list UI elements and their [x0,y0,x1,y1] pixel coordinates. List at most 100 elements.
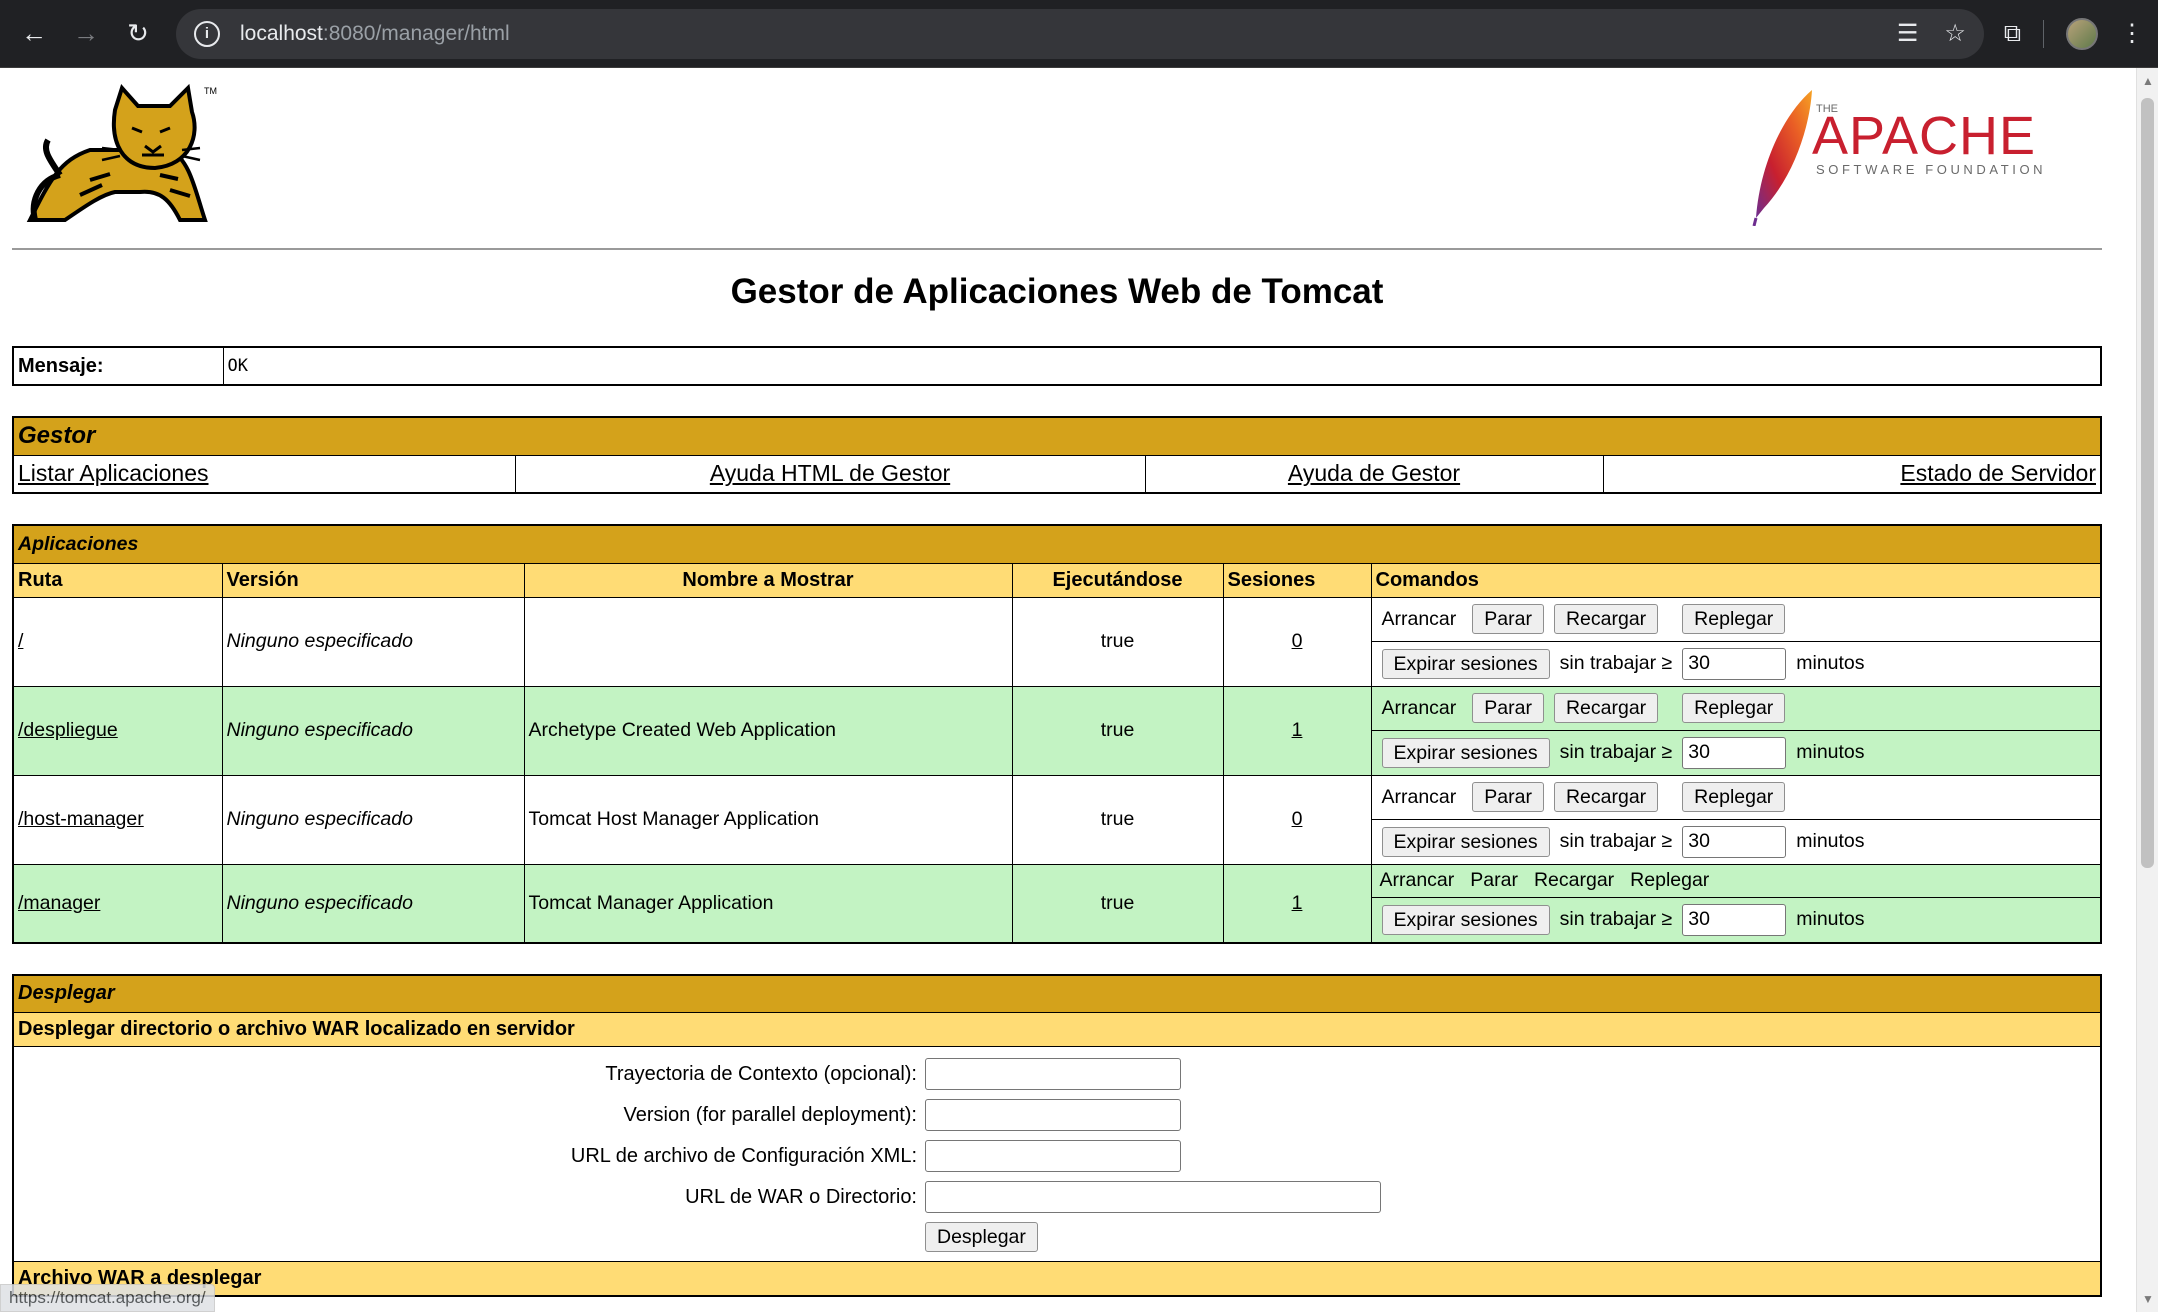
deploy-table: Desplegar Desplegar directorio o archivo… [12,973,2102,1297]
idle-minutes-input[interactable] [1682,647,1787,680]
app-running: true [1011,863,1224,943]
svg-text:SOFTWARE FOUNDATION: SOFTWARE FOUNDATION [1816,162,2046,177]
app-path-link[interactable]: /despliegue [18,719,118,741]
scroll-down-icon[interactable]: ▼ [2142,1292,2154,1306]
link-manager-help[interactable]: Ayuda de Gestor [1288,460,1460,486]
stop-button[interactable]: Parar [1472,693,1544,723]
col-version: Versión [221,562,525,598]
expire-sessions-button[interactable]: Expirar sesiones [1381,737,1550,768]
app-path-link[interactable]: /host-manager [18,808,144,830]
svg-text:APACHE: APACHE [1812,106,2036,166]
page-viewport: TM THE APACHE SOFTWARE FOUNDATION Gestor… [0,68,2158,1312]
context-path-input[interactable] [925,1058,1181,1090]
app-sessions-link[interactable]: 0 [1292,808,1303,830]
col-display-name: Nombre a Mostrar [523,562,1013,598]
app-version: Ninguno especificado [221,863,525,943]
translate-icon[interactable]: ☰ [1897,19,1919,48]
back-icon[interactable]: ← [14,14,54,54]
minutes-label: minutos [1796,830,1865,852]
app-sessions-link[interactable]: 0 [1292,630,1303,652]
message-label: Mensaje: [12,346,224,386]
deploy-button[interactable]: Desplegar [925,1222,1038,1252]
app-sessions-link[interactable]: 1 [1292,719,1303,741]
scroll-up-icon[interactable]: ▲ [2142,74,2154,88]
app-path-link[interactable]: /manager [18,892,100,914]
scrollbar-thumb[interactable] [2141,98,2154,868]
apache-logo[interactable]: THE APACHE SOFTWARE FOUNDATION [1742,86,2062,226]
applications-title: Aplicaciones [12,524,2102,564]
app-path-link[interactable]: / [18,630,23,652]
version-input[interactable] [925,1099,1181,1131]
extensions-icon[interactable]: ⧉ [2004,20,2021,48]
link-html-help[interactable]: Ayuda HTML de Gestor [710,460,950,486]
undeploy-button[interactable]: Replegar [1682,782,1786,812]
config-url-input[interactable] [925,1140,1181,1172]
address-url[interactable]: localhost:8080/manager/html [240,22,510,46]
deploy-server-subtitle: Desplegar directorio o archivo WAR local… [12,1012,2102,1047]
app-version: Ninguno especificado [221,774,525,865]
manager-table: Gestor Listar Aplicaciones Ayuda HTML de… [12,416,2102,494]
app-version: Ninguno especificado [221,596,525,687]
forward-icon[interactable]: → [66,14,106,54]
page-header: TM THE APACHE SOFTWARE FOUNDATION [12,80,2102,248]
start-label: Arrancar [1379,869,1455,891]
reload-icon[interactable]: ↻ [118,14,158,54]
tomcat-logo[interactable]: TM [20,80,225,230]
expire-sessions-button[interactable]: Expirar sesiones [1381,904,1550,935]
start-label: Arrancar [1381,607,1457,630]
expire-sessions-button[interactable]: Expirar sesiones [1381,648,1550,679]
browser-toolbar: ← → ↻ i localhost:8080/manager/html ☰ ☆ … [0,0,2158,68]
app-running: true [1011,685,1224,776]
idle-label: sin trabajar ≥ [1559,908,1673,930]
deploy-server-form: Trayectoria de Contexto (opcional): Vers… [15,1048,2099,1260]
table-row: /host-manager Ninguno especificado Tomca… [12,774,2102,865]
address-bar[interactable]: i localhost:8080/manager/html ☰ ☆ [176,8,1984,59]
undeploy-button[interactable]: Replegar [1682,604,1786,634]
link-server-status[interactable]: Estado de Servidor [1900,460,2096,486]
vertical-scrollbar[interactable]: ▲ ▼ [2136,68,2158,1312]
reload-label: Recargar [1533,869,1615,891]
message-table: Mensaje: OK [12,346,2102,386]
toolbar-separator [2043,19,2044,48]
star-icon[interactable]: ☆ [1944,19,1966,48]
applications-table: Aplicaciones Ruta Versión Nombre a Mostr… [12,524,2102,944]
war-upload-subtitle: Archivo WAR a desplegar [12,1261,2102,1296]
message-value: OK [222,346,2102,386]
col-path: Ruta [12,562,223,598]
col-sessions: Sesiones [1222,562,1372,598]
menu-icon[interactable]: ⋮ [2120,19,2144,48]
manager-title: Gestor [12,416,2102,456]
app-version: Ninguno especificado [221,685,525,776]
minutes-label: minutos [1796,741,1865,763]
reload-button[interactable]: Recargar [1553,604,1659,634]
idle-label: sin trabajar ≥ [1559,741,1673,763]
app-display-name: Archetype Created Web Application [523,685,1013,776]
site-info-icon[interactable]: i [194,20,220,47]
table-row: / Ninguno especificado true 0 Arrancar P… [12,596,2102,687]
reload-button[interactable]: Recargar [1553,782,1659,812]
idle-minutes-input[interactable] [1682,903,1787,936]
deploy-title: Desplegar [12,974,2102,1013]
context-path-label: Trayectoria de Contexto (opcional): [605,1062,917,1085]
start-label: Arrancar [1381,785,1457,808]
minutes-label: minutos [1796,908,1865,930]
stop-button[interactable]: Parar [1472,782,1544,812]
undeploy-button[interactable]: Replegar [1682,693,1786,723]
page-title: Gestor de Aplicaciones Web de Tomcat [730,272,1384,311]
col-running: Ejecutándose [1011,562,1224,598]
app-sessions-link[interactable]: 1 [1292,892,1303,914]
idle-label: sin trabajar ≥ [1559,652,1673,674]
config-url-label: URL de archivo de Configuración XML: [570,1144,917,1167]
link-list-apps[interactable]: Listar Aplicaciones [18,460,209,486]
war-url-input[interactable] [925,1181,1381,1213]
stop-button[interactable]: Parar [1472,604,1544,634]
reload-button[interactable]: Recargar [1553,693,1659,723]
app-display-name: Tomcat Manager Application [523,863,1013,943]
expire-sessions-button[interactable]: Expirar sesiones [1381,826,1550,857]
start-label: Arrancar [1381,696,1457,719]
idle-minutes-input[interactable] [1682,736,1787,769]
idle-minutes-input[interactable] [1682,825,1787,858]
stop-label: Parar [1470,869,1518,891]
war-url-label: URL de WAR o Directorio: [685,1185,917,1208]
avatar[interactable] [2066,17,2098,50]
